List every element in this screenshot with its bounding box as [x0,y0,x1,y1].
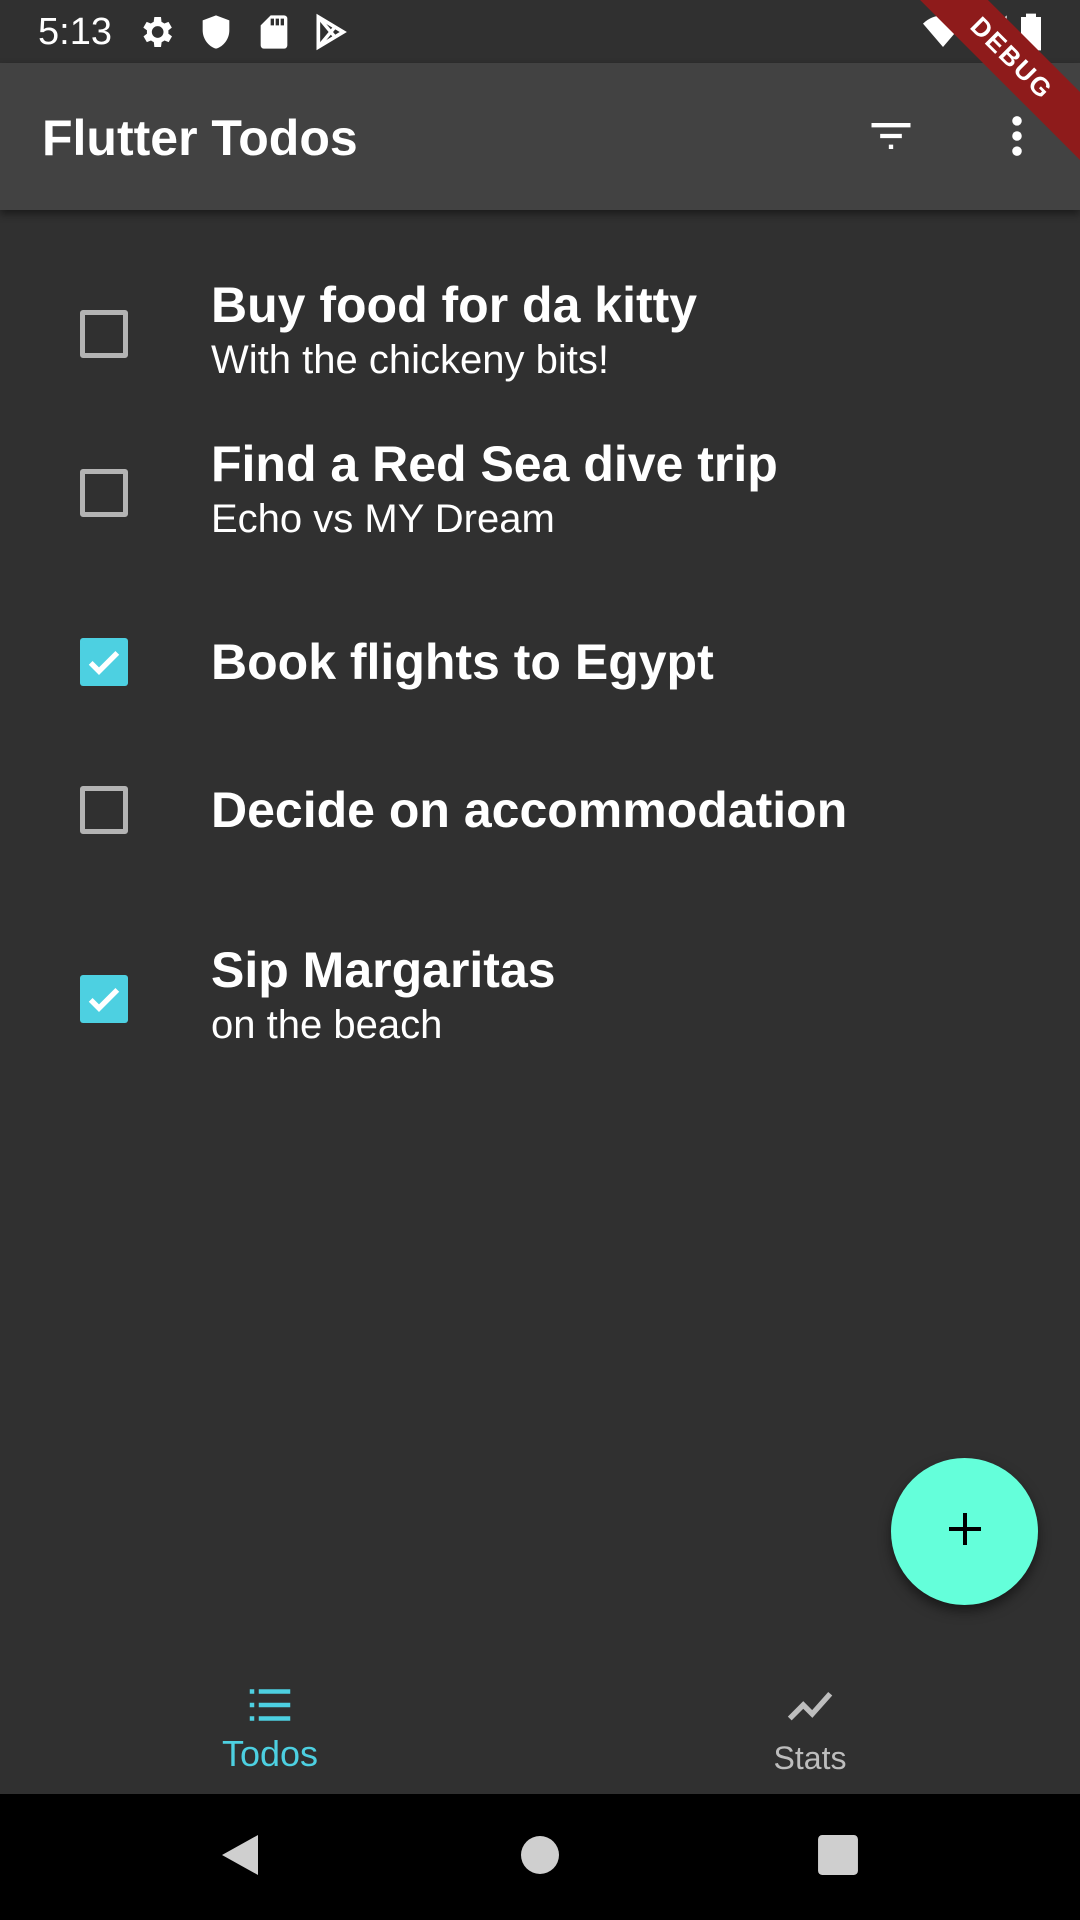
bottom-navigation: Todos Stats [0,1650,1080,1794]
gear-icon [136,12,176,52]
system-navigation-bar [0,1794,1080,1920]
todo-item[interactable]: Find a Red Sea dive trip Echo vs MY Drea… [0,400,1080,550]
todo-note: Echo vs MY Dream [211,497,555,541]
check-icon [88,650,120,675]
list-icon [0,1678,540,1728]
home-icon [520,1835,560,1880]
todo-title: Decide on accommodation [211,782,848,838]
todo-checkbox[interactable] [80,786,128,834]
status-time: 5:13 [38,11,112,53]
more-vert-icon [991,110,1043,167]
check-icon [88,987,120,1012]
filter-button[interactable] [852,99,930,177]
todo-item[interactable]: Buy food for da kitty With the chickeny … [0,240,1080,390]
todo-title: Sip Margaritas [211,942,556,998]
todo-item[interactable]: Decide on accommodation [0,720,1080,860]
todo-checkbox[interactable] [80,310,128,358]
todo-note: With the chickeny bits! [211,338,609,382]
sd-card-icon [254,12,294,52]
todo-checkbox[interactable] [80,469,128,517]
add-icon [941,1505,989,1558]
nav-label-stats: Stats [773,1740,847,1776]
todo-checkbox-checked[interactable] [80,975,128,1023]
nav-item-stats[interactable]: Stats [540,1650,1080,1794]
recents-button[interactable] [808,1827,868,1887]
app-screen: 5:13 DEBUG Flutter Todos Buy food for da… [0,0,1080,1920]
todo-title: Find a Red Sea dive trip [211,436,778,492]
nav-item-todos[interactable]: Todos [0,1650,540,1794]
app-bar: Flutter Todos [0,63,1080,210]
todo-checkbox-checked[interactable] [80,638,128,686]
back-button[interactable] [210,1827,270,1887]
show-chart-icon [540,1678,1080,1728]
todo-title: Book flights to Egypt [211,634,714,690]
recents-icon [817,1834,859,1881]
play-store-icon [310,12,350,52]
back-icon [218,1831,262,1884]
shield-icon [196,12,236,52]
todo-item[interactable]: Sip Margaritas on the beach [0,870,1080,1047]
todo-title: Buy food for da kitty [211,277,698,333]
add-todo-button[interactable] [891,1458,1038,1605]
filter-icon [865,110,917,167]
home-button[interactable] [510,1827,570,1887]
status-bar: 5:13 [0,0,1080,63]
app-title: Flutter Todos [42,110,358,166]
nav-label-todos: Todos [221,1733,319,1774]
todo-item[interactable]: Book flights to Egypt [0,570,1080,710]
todo-note: on the beach [211,1003,443,1047]
